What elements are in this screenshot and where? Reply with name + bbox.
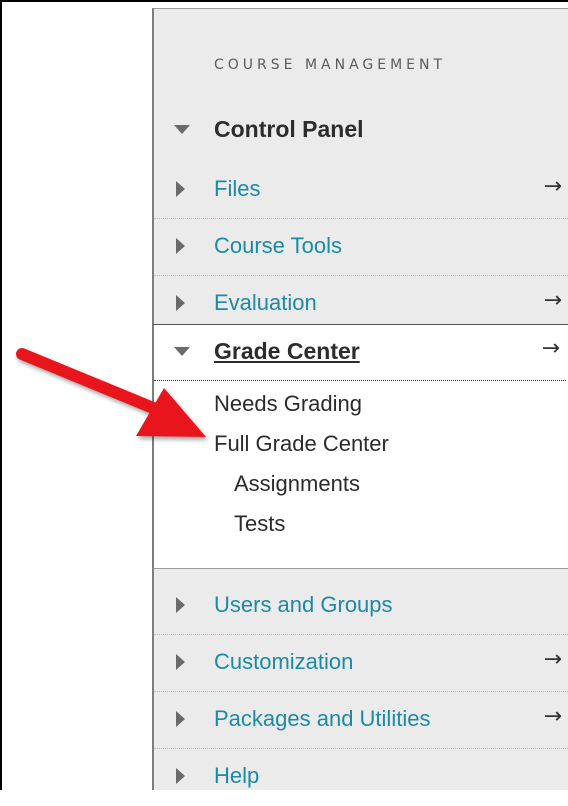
menu-item-label[interactable]: Help (214, 763, 259, 789)
menu-item-label[interactable]: Packages and Utilities (214, 706, 430, 732)
caret-right-icon (176, 597, 185, 613)
menu-item-label[interactable]: Course Tools (214, 233, 342, 259)
open-arrow-icon[interactable]: → (544, 288, 562, 313)
open-arrow-icon[interactable]: → (544, 647, 562, 672)
menu-item-packages-and-utilities[interactable]: Packages and Utilities → (154, 692, 568, 749)
menu-item-label[interactable]: Users and Groups (214, 592, 393, 618)
section-title: COURSE MANAGEMENT (214, 57, 447, 73)
submenu-tests[interactable]: Tests (234, 511, 285, 537)
grade-center-label[interactable]: Grade Center (214, 338, 360, 365)
annotation-arrow-icon (16, 348, 206, 437)
menu-item-label[interactable]: Customization (214, 649, 353, 675)
menu-item-customization[interactable]: Customization → (154, 635, 568, 692)
menu-item-users-and-groups[interactable]: Users and Groups (154, 578, 568, 635)
caret-right-icon (176, 295, 185, 311)
caret-down-icon (174, 125, 190, 134)
control-panel-label: Control Panel (214, 116, 364, 142)
control-panel-header[interactable]: Control Panel (154, 109, 568, 153)
caret-right-icon (176, 238, 185, 254)
caret-right-icon (176, 654, 185, 670)
caret-right-icon (176, 181, 185, 197)
open-arrow-icon[interactable]: → (544, 704, 562, 729)
submenu-full-grade-center[interactable]: Full Grade Center (214, 431, 389, 457)
open-arrow-icon[interactable]: → (542, 336, 560, 361)
caret-right-icon (176, 711, 185, 727)
menu-item-help[interactable]: Help (154, 749, 568, 806)
menu-item-course-tools[interactable]: Course Tools (154, 219, 568, 276)
menu-item-label[interactable]: Evaluation (214, 290, 317, 316)
submenu-assignments[interactable]: Assignments (234, 471, 360, 497)
submenu-needs-grading[interactable]: Needs Grading (214, 391, 362, 417)
caret-right-icon (176, 768, 185, 784)
menu-item-files[interactable]: Files → (154, 162, 568, 219)
menu-item-label[interactable]: Files (214, 176, 260, 202)
open-arrow-icon[interactable]: → (544, 174, 562, 199)
